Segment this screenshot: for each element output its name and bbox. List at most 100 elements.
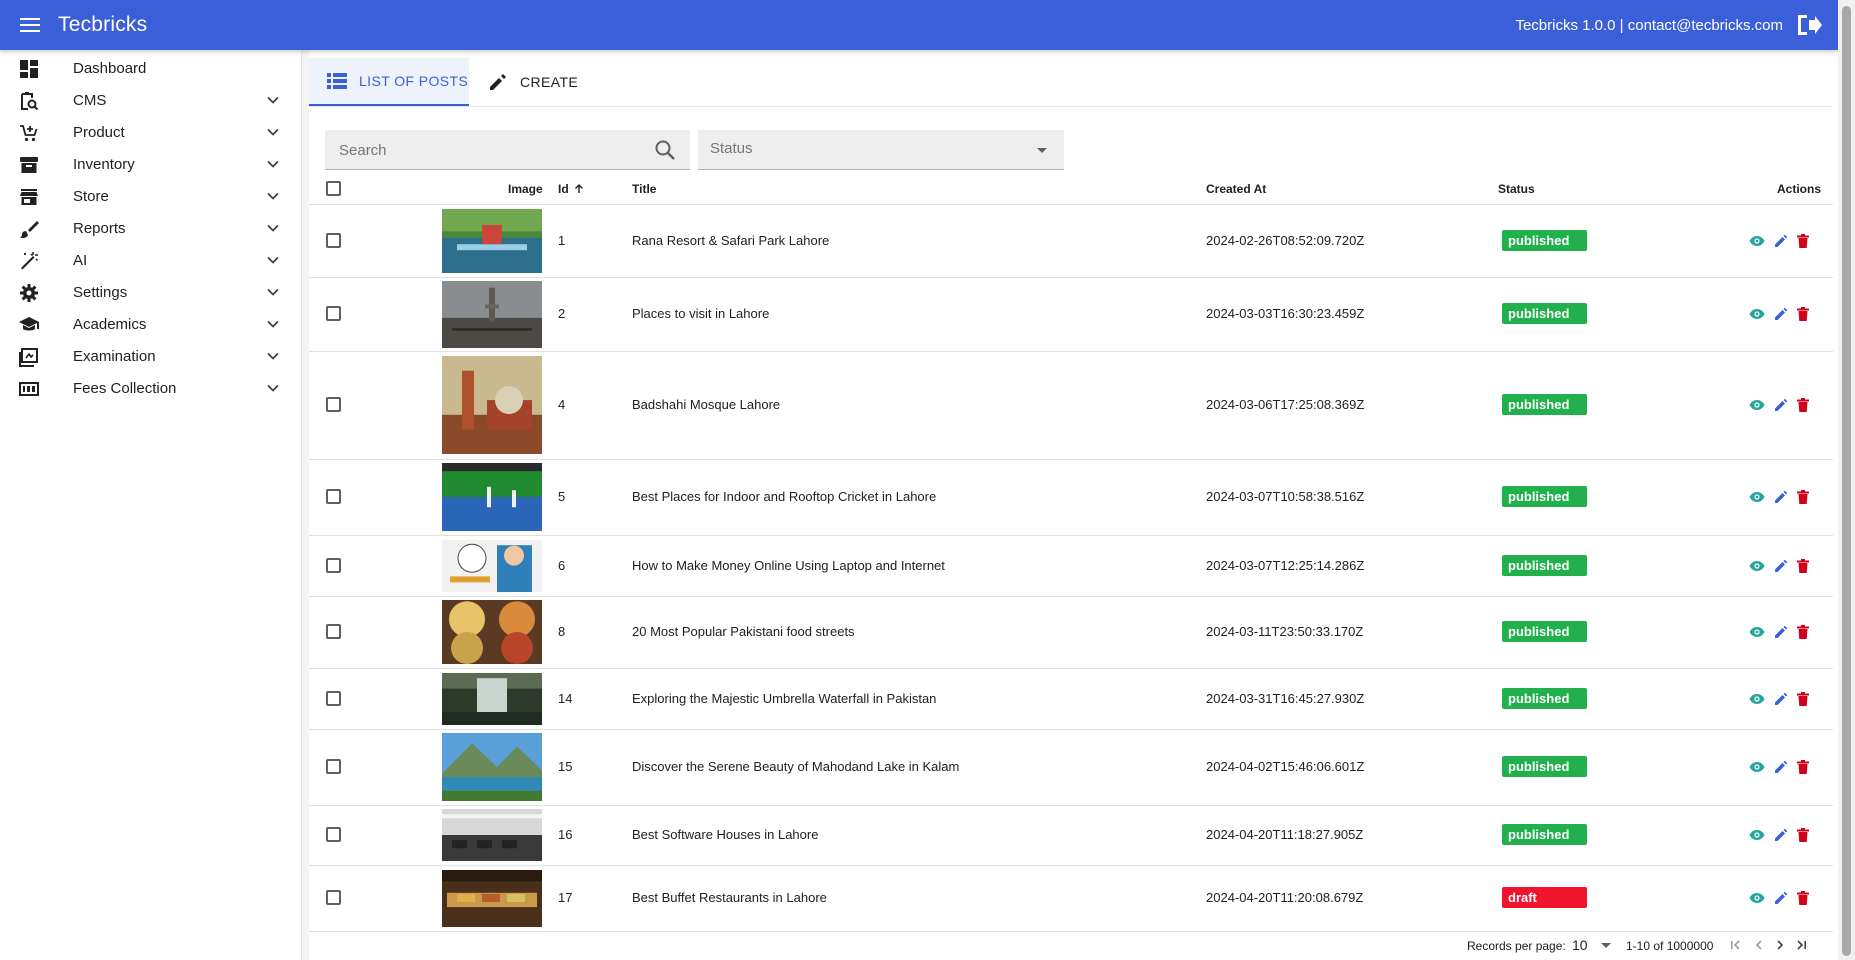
tab-bar: LIST OF POSTS CREATE <box>309 58 1833 107</box>
delete-icon[interactable] <box>1794 690 1812 708</box>
tab-create[interactable]: CREATE <box>474 58 584 106</box>
view-icon[interactable] <box>1748 623 1766 641</box>
previous-page-icon[interactable] <box>1751 937 1767 953</box>
view-icon[interactable] <box>1748 488 1766 506</box>
sidebar-item-fees-collection[interactable]: Fees Collection <box>0 372 300 404</box>
row-created-at: 2024-04-20T11:18:27.905Z <box>1206 827 1364 842</box>
row-checkbox[interactable] <box>326 624 341 639</box>
sidebar-item-dashboard[interactable]: Dashboard <box>0 52 300 84</box>
header-image: Image <box>508 182 543 196</box>
row-checkbox[interactable] <box>326 557 341 573</box>
edit-icon[interactable] <box>1772 396 1790 414</box>
records-per-page-select[interactable]: 10 <box>1572 937 1588 953</box>
gear-icon <box>18 282 40 304</box>
chevron-down-icon[interactable] <box>264 251 282 269</box>
sidebar-item-academics[interactable]: Academics <box>0 308 300 340</box>
view-icon[interactable] <box>1748 232 1766 250</box>
table-row[interactable]: 5 Best Places for Indoor and Rooftop Cric… <box>309 459 1833 536</box>
sidebar-item-product[interactable]: Product <box>0 116 300 148</box>
app-bar: Tecbricks Tecbricks 1.0.0 | contact@tecb… <box>0 0 1838 50</box>
edit-icon[interactable] <box>1772 305 1790 323</box>
edit-icon[interactable] <box>1772 826 1790 844</box>
vertical-scrollbar[interactable] <box>1838 0 1855 960</box>
records-per-page-chevron-icon[interactable] <box>1599 938 1613 952</box>
row-checkbox[interactable] <box>326 306 341 321</box>
edit-icon[interactable] <box>1772 889 1790 907</box>
sidebar-item-cms[interactable]: CMS <box>0 84 300 116</box>
delete-icon[interactable] <box>1794 623 1812 641</box>
logout-icon[interactable] <box>1793 9 1825 41</box>
table-row[interactable]: 2 Places to visit in Lahore 2024-03-03T16:… <box>309 277 1833 352</box>
sidebar-item-reports[interactable]: Reports <box>0 212 300 244</box>
table-row[interactable]: 17 Best Buffet Restaurants in Lahore 2024-… <box>309 865 1833 932</box>
row-checkbox[interactable] <box>326 489 341 504</box>
table-row[interactable]: 6 How to Make Money Online Using Laptop a… <box>309 535 1833 597</box>
sidebar-item-settings[interactable]: Settings <box>0 276 300 308</box>
delete-icon[interactable] <box>1794 396 1812 414</box>
chevron-down-icon[interactable] <box>264 155 282 173</box>
edit-icon[interactable] <box>1772 488 1790 506</box>
menu-icon[interactable] <box>11 6 49 44</box>
table-row[interactable]: 8 20 Most Popular Pakistani food streets 2… <box>309 596 1833 669</box>
row-id: 16 <box>558 827 573 842</box>
header-created-at[interactable]: Created At <box>1206 182 1266 196</box>
table-row[interactable]: 4 Badshahi Mosque Lahore 2024-03-06T17:25:… <box>309 351 1833 460</box>
sidebar-item-inventory[interactable]: Inventory <box>0 148 300 180</box>
next-page-icon[interactable] <box>1772 937 1788 953</box>
tab-list-of-posts[interactable]: LIST OF POSTS <box>309 58 469 106</box>
delete-icon[interactable] <box>1794 488 1812 506</box>
status-select[interactable]: Status <box>698 130 1064 170</box>
first-page-icon[interactable] <box>1728 937 1744 953</box>
view-icon[interactable] <box>1748 826 1766 844</box>
sidebar-item-examination[interactable]: Examination <box>0 340 300 372</box>
row-checkbox[interactable] <box>326 233 341 248</box>
delete-icon[interactable] <box>1794 557 1812 575</box>
view-icon[interactable] <box>1748 889 1766 907</box>
view-icon[interactable] <box>1748 396 1766 414</box>
delete-icon[interactable] <box>1794 826 1812 844</box>
chevron-down-icon[interactable] <box>264 283 282 301</box>
table-row[interactable]: 1 Rana Resort & Safari Park Lahore 2024-02… <box>309 205 1833 278</box>
chevron-down-icon[interactable] <box>264 379 282 397</box>
edit-icon[interactable] <box>1772 232 1790 250</box>
chevron-down-icon[interactable] <box>264 91 282 109</box>
edit-icon[interactable] <box>1772 758 1790 776</box>
edit-icon[interactable] <box>1772 623 1790 641</box>
row-checkbox[interactable] <box>326 397 341 412</box>
delete-icon[interactable] <box>1794 889 1812 907</box>
table-row[interactable]: 14 Exploring the Majestic Umbrella Waterf… <box>309 668 1833 730</box>
tab-list-label: LIST OF POSTS <box>359 73 469 89</box>
search-icon[interactable] <box>654 139 676 161</box>
app-title: Tecbricks <box>58 13 148 36</box>
header-title[interactable]: Title <box>632 182 656 196</box>
delete-icon[interactable] <box>1794 305 1812 323</box>
row-checkbox[interactable] <box>326 890 341 905</box>
chevron-down-icon[interactable] <box>264 315 282 333</box>
row-checkbox[interactable] <box>326 827 341 842</box>
delete-icon[interactable] <box>1794 232 1812 250</box>
list-icon <box>327 70 349 92</box>
delete-icon[interactable] <box>1794 758 1812 776</box>
chevron-down-icon[interactable] <box>264 219 282 237</box>
table-row[interactable]: 16 Best Software Houses in Lahore 2024-04-… <box>309 805 1833 866</box>
edit-icon[interactable] <box>1772 690 1790 708</box>
view-icon[interactable] <box>1748 690 1766 708</box>
row-checkbox[interactable] <box>326 690 341 706</box>
select-all-checkbox[interactable] <box>326 181 341 196</box>
table-row[interactable]: 15 Discover the Serene Beauty of Mahodand… <box>309 729 1833 806</box>
view-icon[interactable] <box>1748 758 1766 776</box>
header-id[interactable]: Id <box>558 182 584 196</box>
last-page-icon[interactable] <box>1793 937 1809 953</box>
chevron-down-icon[interactable] <box>264 347 282 365</box>
status-badge: draft <box>1502 887 1587 908</box>
view-icon[interactable] <box>1748 557 1766 575</box>
sidebar-item-ai[interactable]: AI <box>0 244 300 276</box>
search-input[interactable] <box>337 130 641 170</box>
chevron-down-icon[interactable] <box>264 123 282 141</box>
chevron-down-icon[interactable] <box>264 187 282 205</box>
view-icon[interactable] <box>1748 305 1766 323</box>
row-checkbox[interactable] <box>326 759 341 774</box>
sidebar-item-store[interactable]: Store <box>0 180 300 212</box>
edit-icon[interactable] <box>1772 557 1790 575</box>
header-status[interactable]: Status <box>1498 182 1535 196</box>
